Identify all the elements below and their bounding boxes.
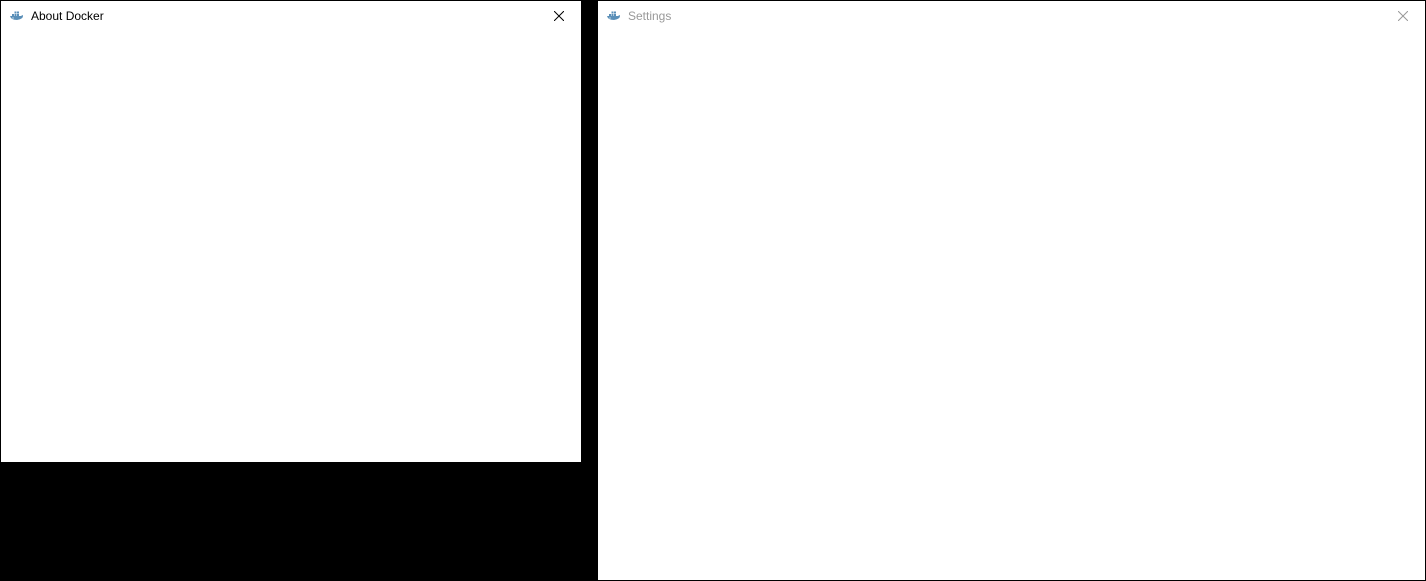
settings-title: Settings: [628, 9, 671, 23]
close-icon: [554, 11, 564, 21]
settings-window: Settings: [597, 0, 1426, 581]
about-docker-window: About Docker: [0, 0, 582, 463]
settings-titlebar[interactable]: Settings: [598, 1, 1425, 31]
docker-icon: [9, 8, 25, 24]
about-title: About Docker: [31, 9, 104, 23]
settings-window-content: [598, 31, 1425, 580]
docker-icon: [606, 8, 622, 24]
about-close-button[interactable]: [536, 1, 581, 31]
settings-close-button[interactable]: [1380, 1, 1425, 31]
close-icon: [1398, 11, 1408, 21]
about-titlebar[interactable]: About Docker: [1, 1, 581, 31]
about-window-content: [1, 31, 581, 462]
